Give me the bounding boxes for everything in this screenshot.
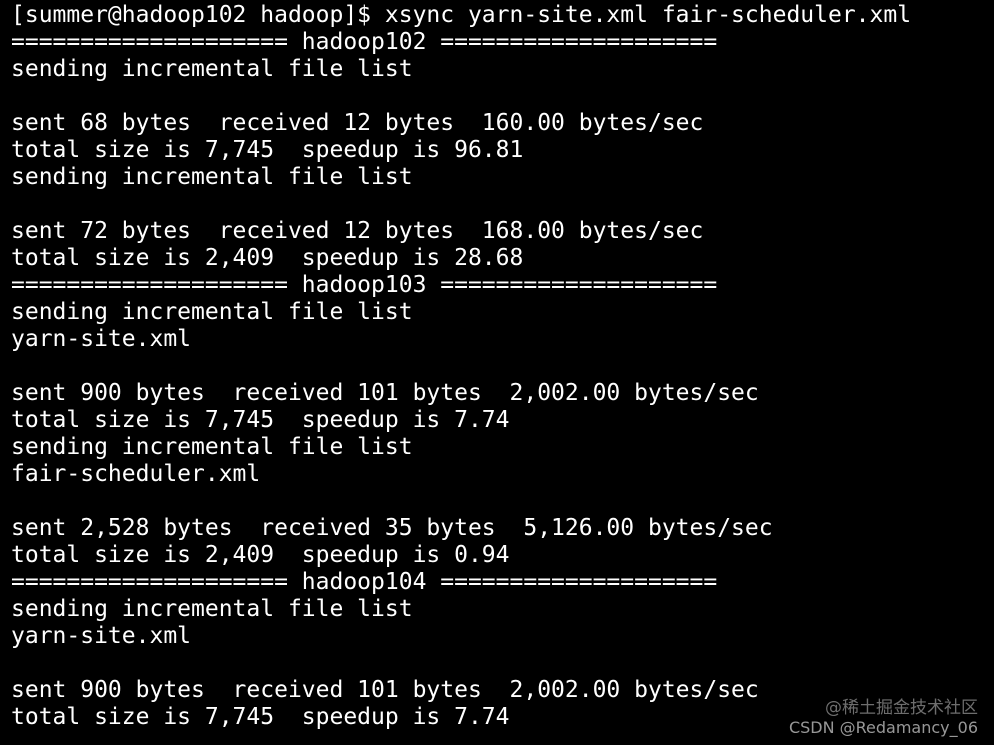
- terminal-line: sending incremental file list: [11, 164, 413, 190]
- terminal-line: sent 72 bytes received 12 bytes 168.00 b…: [11, 218, 704, 244]
- terminal-window[interactable]: [summer@hadoop102 hadoop]$ xsync yarn-si…: [0, 0, 994, 745]
- terminal-line: total size is 2,409 speedup is 0.94: [11, 542, 510, 568]
- terminal-line: yarn-site.xml: [11, 623, 192, 649]
- terminal-line-separator: ==================== hadoop104 =========…: [11, 569, 718, 595]
- terminal-line: sending incremental file list: [11, 56, 413, 82]
- terminal-line: sent 2,528 bytes received 35 bytes 5,126…: [11, 515, 773, 541]
- terminal-output: [summer@hadoop102 hadoop]$ xsync yarn-si…: [11, 2, 986, 731]
- terminal-line: sent 68 bytes received 12 bytes 160.00 b…: [11, 110, 704, 136]
- watermark-line-juejin: @稀土掘金技术社区: [825, 698, 978, 718]
- terminal-line-separator: ==================== hadoop103 =========…: [11, 272, 718, 298]
- terminal-line: fair-scheduler.xml: [11, 461, 261, 487]
- terminal-line: sent 900 bytes received 101 bytes 2,002.…: [11, 380, 759, 406]
- terminal-line-prompt: [summer@hadoop102 hadoop]$ xsync yarn-si…: [11, 2, 912, 28]
- terminal-line: total size is 7,745 speedup is 7.74: [11, 407, 510, 433]
- watermark-line-csdn: CSDN @Redamancy_06: [788, 718, 978, 737]
- terminal-line-separator: ==================== hadoop102 =========…: [11, 29, 718, 55]
- terminal-line: sending incremental file list: [11, 434, 413, 460]
- terminal-line: sending incremental file list: [11, 299, 413, 325]
- terminal-line: total size is 7,745 speedup is 96.81: [11, 137, 524, 163]
- terminal-line: total size is 2,409 speedup is 28.68: [11, 245, 524, 271]
- terminal-line: yarn-site.xml: [11, 326, 192, 352]
- terminal-line: sending incremental file list: [11, 596, 413, 622]
- watermark: @稀土掘金技术社区 CSDN @Redamancy_06: [788, 698, 978, 738]
